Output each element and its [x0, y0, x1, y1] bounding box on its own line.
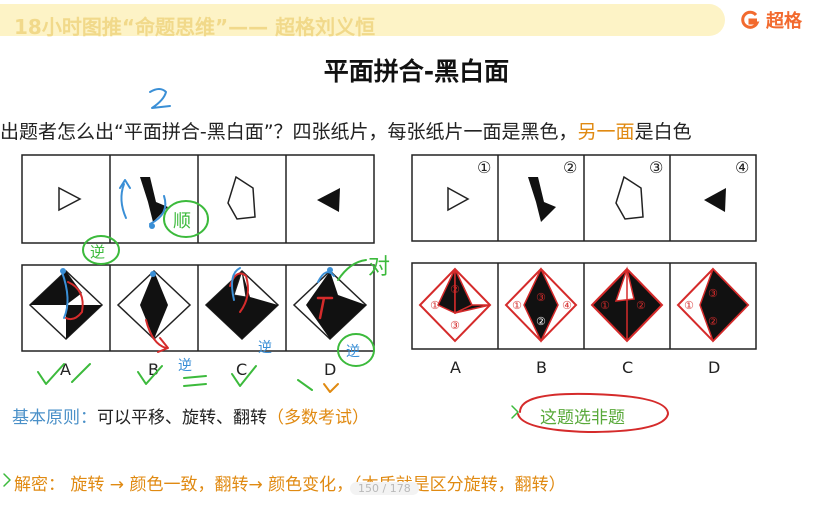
svg-text:逆: 逆: [178, 358, 192, 374]
principle-label: 基本原则：: [12, 408, 97, 428]
principle-text: 可以平移、旋转、翻转: [97, 408, 267, 428]
answer-note: 这题选非题: [540, 408, 625, 428]
principle-line: 基本原则：可以平移、旋转、翻转（多数考试）: [12, 403, 369, 428]
page-indicator[interactable]: 150 / 178: [350, 482, 419, 495]
secret-line: 解密： 旋转 → 颜色一致，翻转→ 颜色变化，（本质就是区分旋转，翻转）: [14, 475, 566, 495]
svg-text:逆: 逆: [258, 340, 272, 356]
svg-text:顺: 顺: [173, 211, 191, 232]
svg-text:对: 对: [368, 255, 390, 280]
svg-text:逆: 逆: [346, 344, 360, 360]
svg-text:逆: 逆: [90, 243, 105, 261]
principle-note: （多数考试）: [267, 408, 369, 428]
ink-annotations: 顺 逆 对 逆 逆 逆: [3, 88, 669, 487]
